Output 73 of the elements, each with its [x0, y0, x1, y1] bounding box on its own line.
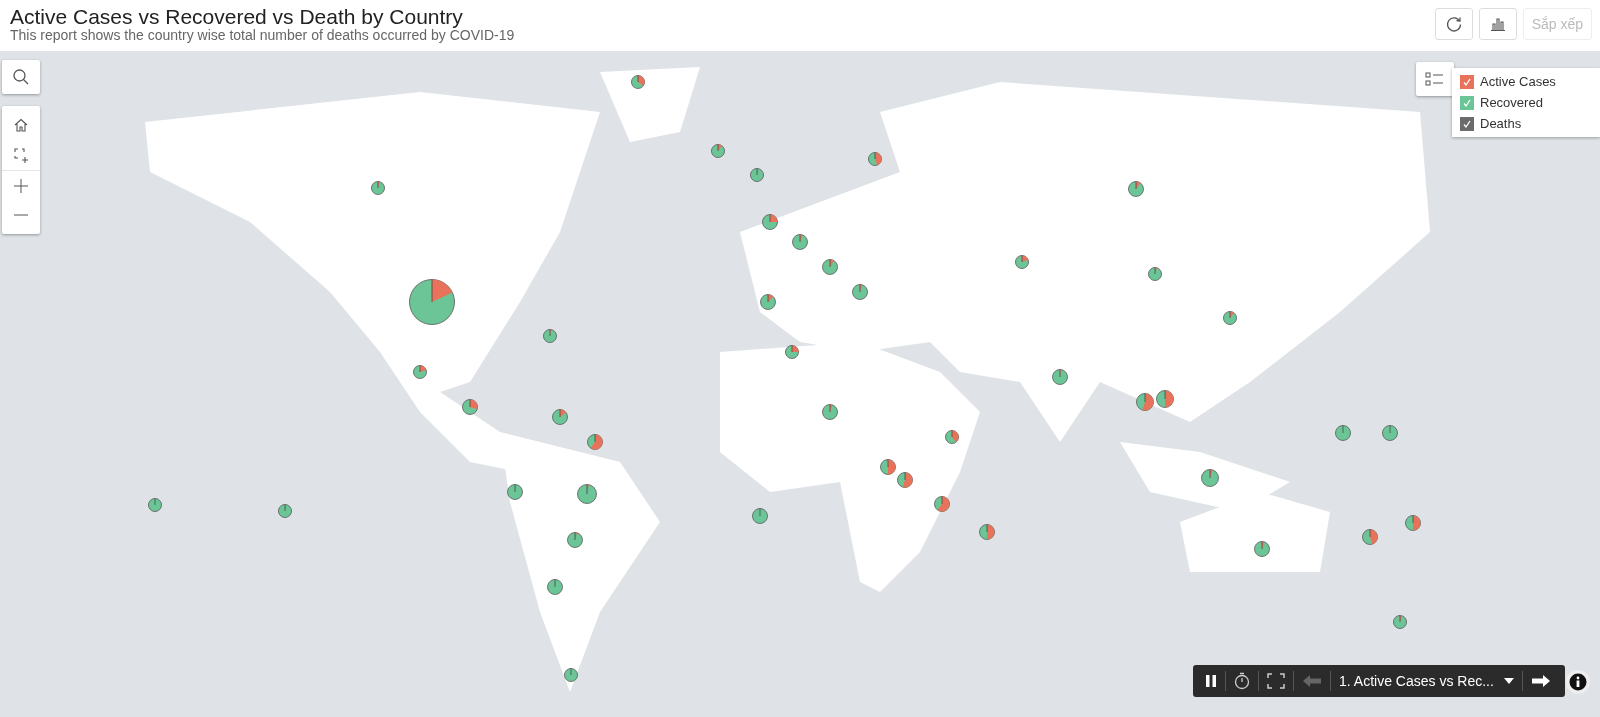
legend-checkbox[interactable] — [1460, 74, 1474, 89]
pie-marker[interactable] — [278, 504, 292, 518]
pie-marker[interactable] — [1405, 515, 1421, 531]
right-arrow-icon — [1530, 674, 1551, 688]
refresh-button[interactable] — [1434, 8, 1473, 40]
pie-marker[interactable] — [587, 434, 603, 450]
pie-marker[interactable] — [750, 168, 764, 182]
pie-marker[interactable] — [413, 365, 427, 379]
pie-marker[interactable] — [371, 181, 385, 195]
pie-marker[interactable] — [552, 409, 568, 425]
pie-marker[interactable] — [543, 329, 557, 343]
search-button[interactable] — [2, 60, 40, 94]
info-icon — [1569, 673, 1587, 691]
slide-dropdown[interactable]: 1. Active Cases vs Rec... — [1331, 667, 1522, 695]
legend-label: Active Cases — [1480, 74, 1556, 89]
pie-marker[interactable] — [868, 152, 882, 166]
pie-marker[interactable] — [822, 259, 838, 275]
pie-marker[interactable] — [1362, 529, 1378, 545]
selection-plus-icon — [13, 147, 29, 163]
pie-marker[interactable] — [852, 284, 868, 300]
pie-marker[interactable] — [822, 404, 838, 420]
legend-label: Recovered — [1480, 95, 1543, 110]
minus-icon — [13, 214, 29, 216]
pie-marker[interactable] — [711, 144, 725, 158]
pie-marker[interactable] — [1254, 541, 1270, 557]
pie-marker[interactable] — [547, 579, 563, 595]
pie-marker[interactable] — [979, 524, 995, 540]
pie-marker[interactable] — [1015, 255, 1029, 269]
pie-marker[interactable] — [760, 294, 776, 310]
pie-marker[interactable] — [564, 668, 578, 682]
legend-label: Deaths — [1480, 116, 1522, 131]
pie-marker[interactable] — [1156, 390, 1174, 408]
pie-marker[interactable] — [785, 345, 799, 359]
pie-marker[interactable] — [1052, 369, 1068, 385]
search-icon — [12, 68, 30, 86]
left-arrow-icon — [1302, 674, 1322, 688]
pie-marker[interactable] — [1148, 267, 1162, 281]
pie-marker[interactable] — [897, 472, 913, 488]
pie-marker[interactable] — [148, 498, 162, 512]
pie-marker[interactable] — [945, 430, 959, 444]
chart-button[interactable] — [1478, 8, 1517, 40]
pie-marker[interactable] — [1393, 615, 1407, 629]
caret-icon — [1503, 678, 1514, 684]
legend-checkbox[interactable] — [1460, 95, 1474, 110]
pie-marker[interactable] — [1223, 311, 1237, 325]
pie-marker[interactable] — [507, 484, 523, 500]
pie-marker[interactable] — [1128, 181, 1144, 197]
bar-chart-icon — [1488, 15, 1507, 33]
pie-marker[interactable] — [762, 214, 778, 230]
pie-marker[interactable] — [409, 279, 455, 325]
pie-marker[interactable] — [462, 399, 478, 415]
pie-marker[interactable] — [1201, 469, 1219, 487]
pie-marker[interactable] — [934, 496, 950, 512]
pause-icon — [1205, 674, 1217, 688]
pie-marker[interactable] — [577, 484, 597, 504]
stopwatch-icon — [1234, 672, 1250, 690]
pie-marker[interactable] — [792, 234, 808, 250]
pie-marker[interactable] — [567, 532, 583, 548]
plus-icon — [13, 177, 29, 194]
report-description: This report shows the country wise total number of deaths occurred by COVID-19 — [10, 27, 515, 43]
pie-marker[interactable] — [1335, 425, 1351, 441]
legend-toggle-button[interactable] — [1416, 62, 1454, 96]
pie-marker[interactable] — [880, 459, 896, 475]
legend-checkbox[interactable] — [1460, 116, 1474, 131]
pie-marker[interactable] — [1382, 425, 1398, 441]
pie-marker[interactable] — [631, 75, 645, 89]
refresh-icon — [1444, 15, 1463, 33]
home-icon — [13, 117, 29, 133]
list-icon — [1425, 71, 1445, 87]
pie-marker[interactable] — [752, 508, 768, 524]
pie-marker[interactable] — [1136, 393, 1154, 411]
fullscreen-icon — [1267, 673, 1285, 689]
report-title: Active Cases vs Recovered vs Death by Country — [10, 5, 464, 29]
